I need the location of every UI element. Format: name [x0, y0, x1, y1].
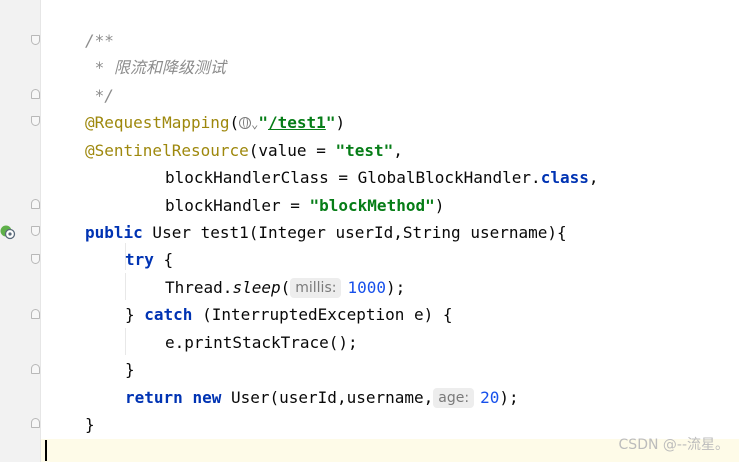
code-token: (InterruptedException e) {: [192, 305, 453, 324]
code-token: (value =: [248, 141, 336, 160]
code-line[interactable]: Thread.sleep(millis: 1000);: [165, 274, 405, 301]
fold-marker-icon[interactable]: [31, 364, 40, 374]
parameter-hint: millis:: [290, 278, 342, 298]
fold-marker-icon[interactable]: [31, 254, 40, 264]
code-token: (: [280, 278, 291, 297]
code-token: ,: [393, 141, 403, 160]
code-line[interactable]: } catch (InterruptedException e) {: [125, 301, 453, 328]
method-token: sleep: [232, 278, 281, 297]
fold-marker-icon[interactable]: [31, 226, 40, 236]
code-line[interactable]: }: [85, 411, 95, 438]
run-method-icon[interactable]: [0, 224, 16, 240]
number-token: 20: [480, 388, 500, 407]
code-token: e.printStackTrace();: [165, 333, 358, 352]
code-token: ): [335, 113, 346, 132]
annotation-token: @RequestMapping: [85, 113, 230, 132]
web-endpoint-globe-icon[interactable]: [239, 117, 252, 129]
code-token: }: [85, 415, 95, 434]
code-line[interactable]: public User test1(Integer userId,String …: [85, 219, 567, 246]
code-token: {: [153, 250, 174, 269]
keyword-token: new: [192, 388, 222, 407]
code-token: Thread.: [165, 278, 233, 297]
code-token: User(userId,username,: [221, 388, 434, 407]
fold-marker-icon[interactable]: [31, 89, 40, 99]
code-token: );: [386, 278, 406, 297]
code-line[interactable]: }: [125, 356, 135, 383]
code-line[interactable]: @SentinelResource(value = "test",: [85, 137, 403, 164]
parameter-hint: age:: [433, 388, 475, 408]
string-token: ": [258, 113, 269, 132]
code-token: User test1(Integer userId,String usernam…: [142, 223, 567, 242]
watermark: CSDN @--流星。: [618, 437, 729, 453]
number-token: 1000: [347, 278, 386, 297]
code-token: (: [229, 113, 240, 132]
code-token: blockHandler =: [165, 196, 310, 215]
keyword-token: catch: [144, 305, 193, 324]
code-token: }: [125, 305, 145, 324]
fold-marker-icon[interactable]: [31, 199, 40, 209]
code-line[interactable]: return new User(userId,username, age: 20);: [125, 384, 519, 411]
code-line[interactable]: */: [85, 82, 114, 109]
code-line[interactable]: blockHandlerClass = GlobalBlockHandler.c…: [165, 164, 599, 191]
string-token: "test": [335, 141, 394, 160]
gutter-divider: [40, 0, 41, 462]
fold-marker-icon[interactable]: [31, 35, 40, 45]
comment-text: */: [85, 86, 114, 105]
code-line[interactable]: @RequestMapping(⌄"/test1"): [85, 109, 345, 136]
url-path-link[interactable]: /test1: [268, 113, 326, 132]
comment-text: * 限流和降级测试: [85, 58, 226, 77]
text-caret: [45, 440, 47, 461]
code-line[interactable]: * 限流和降级测试: [85, 54, 226, 81]
code-line[interactable]: try {: [125, 246, 173, 273]
keyword-token: public: [85, 223, 143, 242]
string-token: "blockMethod": [309, 196, 435, 215]
indent-guide: [125, 328, 126, 355]
code-line[interactable]: blockHandler = "blockMethod"): [165, 192, 444, 219]
code-token: blockHandlerClass = GlobalBlockHandler.: [165, 168, 541, 187]
keyword-token: try: [125, 250, 154, 269]
code-token: ,: [588, 168, 599, 187]
fold-marker-icon[interactable]: [31, 309, 40, 319]
indent-guide: [125, 273, 126, 300]
keyword-token: return: [125, 388, 183, 407]
code-token: );: [499, 388, 519, 407]
code-token: ): [434, 196, 445, 215]
code-line[interactable]: /**: [85, 27, 114, 54]
annotation-token: @SentinelResource: [85, 141, 249, 160]
comment-text: /**: [85, 31, 114, 50]
fold-marker-icon[interactable]: [31, 418, 40, 428]
fold-marker-icon[interactable]: [31, 116, 40, 126]
string-token: ": [325, 113, 336, 132]
keyword-token: class: [540, 168, 589, 187]
code-token: }: [125, 360, 135, 379]
code-line[interactable]: e.printStackTrace();: [165, 329, 358, 356]
